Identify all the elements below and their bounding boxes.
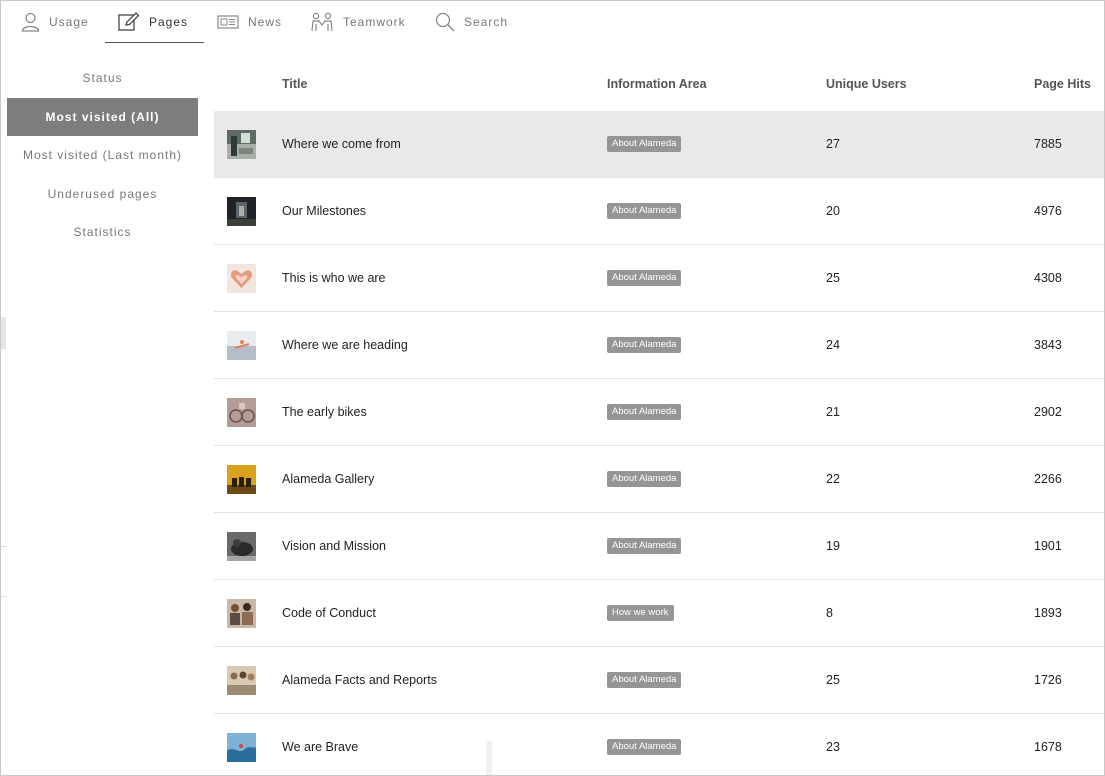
- row-page-hits: 1893: [1034, 606, 1062, 620]
- row-title[interactable]: Where we come from: [282, 137, 401, 151]
- row-page-hits: 4976: [1034, 204, 1062, 218]
- corridor-photo: [227, 197, 256, 226]
- row-unique-users: 20: [826, 204, 840, 218]
- row-unique-users: 25: [826, 271, 840, 285]
- area-badge: About Alameda: [607, 739, 682, 755]
- scroll-indicator: [486, 741, 492, 775]
- table-row[interactable]: Alameda Gallery About Alameda 22 2266: [214, 446, 1104, 513]
- table-row[interactable]: Where we come from About Alameda 27 7885: [214, 111, 1104, 178]
- pages-table: Title Information Area Unique Users Page…: [214, 59, 1104, 775]
- tab-label: News: [248, 15, 283, 29]
- area-badge: About Alameda: [607, 270, 682, 286]
- row-unique-users: 8: [826, 606, 833, 620]
- row-title[interactable]: Alameda Facts and Reports: [282, 673, 437, 687]
- divider: [1, 596, 7, 597]
- top-nav: Usage Pages News Teamwork Search: [1, 1, 1104, 45]
- row-page-hits: 2902: [1034, 405, 1062, 419]
- scroll-marker: [1, 317, 6, 349]
- row-page-hits: 2266: [1034, 472, 1062, 486]
- row-title[interactable]: Where we are heading: [282, 338, 408, 352]
- table-row[interactable]: Vision and Mission About Alameda 19 1901: [214, 513, 1104, 580]
- table-row[interactable]: This is who we are About Alameda 25 4308: [214, 245, 1104, 312]
- row-page-hits: 1901: [1034, 539, 1062, 553]
- table-row[interactable]: The early bikes About Alameda 21 2902: [214, 379, 1104, 446]
- row-title[interactable]: Our Milestones: [282, 204, 366, 218]
- sidebar-item-statistics[interactable]: Statistics: [7, 213, 198, 252]
- building-photo: [227, 130, 256, 159]
- area-badge: About Alameda: [607, 136, 682, 152]
- team-photo: [227, 599, 256, 628]
- table-row[interactable]: Alameda Facts and Reports About Alameda …: [214, 647, 1104, 714]
- area-badge: About Alameda: [607, 203, 682, 219]
- area-badge: About Alameda: [607, 672, 682, 688]
- area-badge: How we work: [607, 605, 674, 621]
- column-header-information-area[interactable]: Information Area: [607, 77, 707, 91]
- meeting-photo: [227, 666, 256, 695]
- row-unique-users: 24: [826, 338, 840, 352]
- row-title[interactable]: Alameda Gallery: [282, 472, 374, 486]
- sidebar: Status Most visited (All) Most visited (…: [7, 59, 198, 252]
- tab-news[interactable]: News: [217, 1, 297, 43]
- divider: [1, 546, 7, 547]
- row-unique-users: 25: [826, 673, 840, 687]
- row-page-hits: 4308: [1034, 271, 1062, 285]
- row-page-hits: 1678: [1034, 740, 1062, 754]
- column-header-unique-users[interactable]: Unique Users: [826, 77, 907, 91]
- user-icon: [21, 12, 40, 32]
- table-header: Title Information Area Unique Users Page…: [214, 59, 1104, 111]
- row-title[interactable]: Code of Conduct: [282, 606, 376, 620]
- table-row[interactable]: Code of Conduct How we work 8 1893: [214, 580, 1104, 647]
- row-page-hits: 7885: [1034, 137, 1062, 151]
- wave-photo: [227, 733, 256, 762]
- row-page-hits: 1726: [1034, 673, 1062, 687]
- sculpture-photo: [227, 532, 256, 561]
- tab-pages[interactable]: Pages: [105, 1, 204, 43]
- sidebar-item-status[interactable]: Status: [7, 59, 198, 98]
- column-header-title[interactable]: Title: [282, 77, 307, 91]
- row-unique-users: 19: [826, 539, 840, 553]
- surfer-photo: [227, 331, 256, 360]
- area-badge: About Alameda: [607, 337, 682, 353]
- table-row[interactable]: We are Brave About Alameda 23 1678: [214, 714, 1104, 775]
- tab-usage[interactable]: Usage: [21, 1, 101, 43]
- table-row[interactable]: Where we are heading About Alameda 24 38…: [214, 312, 1104, 379]
- sidebar-item-most-visited-all[interactable]: Most visited (All): [7, 97, 198, 136]
- sidebar-item-underused-pages[interactable]: Underused pages: [7, 175, 198, 214]
- column-header-page-hits[interactable]: Page Hits: [1034, 77, 1091, 91]
- row-title[interactable]: The early bikes: [282, 405, 367, 419]
- app-frame: Usage Pages News Teamwork Search Status …: [0, 0, 1105, 776]
- people-icon: [310, 12, 334, 32]
- row-title[interactable]: We are Brave: [282, 740, 358, 754]
- area-badge: About Alameda: [607, 471, 682, 487]
- tab-teamwork[interactable]: Teamwork: [310, 1, 420, 43]
- tab-label: Teamwork: [343, 15, 406, 29]
- row-title[interactable]: Vision and Mission: [282, 539, 386, 553]
- sidebar-item-most-visited-last-month[interactable]: Most visited (Last month): [7, 136, 198, 175]
- row-unique-users: 21: [826, 405, 840, 419]
- row-unique-users: 27: [826, 137, 840, 151]
- row-title[interactable]: This is who we are: [282, 271, 386, 285]
- table-row[interactable]: Our Milestones About Alameda 20 4976: [214, 178, 1104, 245]
- row-page-hits: 3843: [1034, 338, 1062, 352]
- newspaper-icon: [217, 14, 239, 30]
- tab-label: Usage: [49, 15, 89, 29]
- bikes-photo: [227, 398, 256, 427]
- tab-search[interactable]: Search: [435, 1, 525, 43]
- search-icon: [435, 12, 455, 32]
- tab-label: Search: [464, 15, 509, 29]
- tab-label: Pages: [149, 14, 189, 29]
- row-unique-users: 23: [826, 740, 840, 754]
- edit-icon: [118, 11, 140, 32]
- heart-hands-photo: [227, 264, 256, 293]
- row-unique-users: 22: [826, 472, 840, 486]
- area-badge: About Alameda: [607, 538, 682, 554]
- area-badge: About Alameda: [607, 404, 682, 420]
- gallery-photo: [227, 465, 256, 494]
